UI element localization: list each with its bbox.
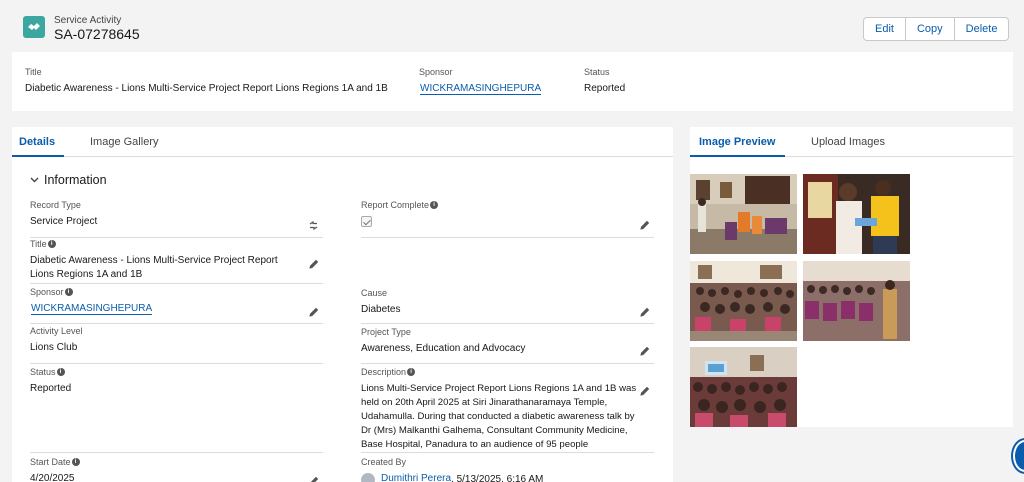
field-value: Awareness, Education and Advocacy [361, 343, 526, 354]
field-created-by: Created By Dumithri Perera , 5/13/2025, … [361, 457, 654, 482]
report-complete-checkbox[interactable] [361, 216, 372, 227]
tab-image-gallery[interactable]: Image Gallery [90, 136, 158, 148]
field-project-type: Project Type Awareness, Education and Ad… [361, 327, 654, 364]
highlight-status: Status Reported [584, 67, 625, 94]
highlight-sponsor-value-wrap: WICKRAMASINGHEPURA [420, 83, 542, 95]
highlight-status-value: Reported [584, 83, 626, 94]
field-cause: Cause Diabetes [361, 288, 654, 324]
pencil-icon[interactable] [308, 259, 319, 270]
field-record-type: Record Type Service Project [30, 200, 323, 238]
tab-image-preview[interactable]: Image Preview [699, 136, 775, 148]
pencil-icon[interactable] [639, 307, 650, 318]
highlight-title-label: Title [25, 67, 42, 77]
image-thumbnail-1[interactable] [690, 174, 797, 254]
help-fab-button[interactable] [1013, 440, 1024, 472]
pencil-icon[interactable] [639, 346, 650, 357]
field-report-complete: Report Complete i [361, 200, 654, 238]
field-label: Record Type [30, 200, 81, 210]
copy-button[interactable]: Copy [906, 18, 955, 40]
field-label-text: Sponsor [30, 287, 64, 297]
delete-button[interactable]: Delete [955, 18, 1009, 40]
image-thumbnail-2[interactable] [803, 174, 910, 254]
info-icon[interactable]: i [64, 288, 73, 296]
created-by-date: , 5/13/2025, 6:16 AM [451, 473, 544, 482]
change-record-type-icon[interactable] [308, 220, 319, 231]
field-label: Start Date i [30, 457, 323, 467]
field-label-text: Report Complete [361, 200, 430, 210]
field-value: Diabetic Awareness - Lions Multi-Service… [30, 255, 278, 280]
field-value: Dumithri Perera , 5/13/2025, 6:16 AM [361, 472, 654, 482]
created-by-user-link[interactable]: Dumithri Perera [381, 472, 451, 482]
field-value: Lions Multi-Service Project Report Lions… [361, 383, 637, 450]
field-label: Report Complete i [361, 200, 654, 210]
field-status: Status i Reported [30, 367, 323, 453]
highlight-title: Title Diabetic Awareness - Lions Multi-S… [25, 67, 388, 94]
field-label: Cause [361, 288, 388, 298]
field-label: Created By [361, 457, 407, 467]
field-label: Description i [361, 367, 654, 377]
image-tabs: Image Preview Upload Images [690, 127, 1013, 157]
field-value: WICKRAMASINGHEPURA [31, 302, 323, 316]
active-tab-indicator [12, 155, 64, 157]
active-tab-indicator [690, 155, 785, 157]
handshake-icon [23, 16, 45, 38]
field-value: Service Project [30, 216, 98, 227]
edit-button[interactable]: Edit [864, 18, 906, 40]
details-tabs: Details Image Gallery [12, 127, 673, 157]
sponsor-link[interactable]: WICKRAMASINGHEPURA [31, 303, 153, 315]
avatar [361, 472, 375, 482]
highlight-sponsor-label: Sponsor [419, 67, 453, 77]
pencil-icon[interactable] [639, 220, 650, 231]
field-label-text: Start Date [30, 457, 71, 467]
image-thumbnail-3[interactable] [690, 261, 797, 341]
info-icon[interactable]: i [407, 368, 416, 376]
field-activity-level: Activity Level Lions Club [30, 326, 323, 364]
details-panel: Details Image Gallery Information Record… [12, 127, 673, 482]
field-start-date: Start Date i 4/20/2025 [30, 457, 323, 482]
section-information[interactable]: Information [30, 173, 107, 187]
field-label: Title i [30, 239, 323, 249]
info-icon[interactable]: i [71, 458, 80, 466]
highlights-panel: Title Diabetic Awareness - Lions Multi-S… [12, 52, 1013, 111]
field-label-text: Status [30, 367, 56, 377]
tab-upload-images[interactable]: Upload Images [811, 136, 885, 148]
image-panel: Image Preview Upload Images [690, 127, 1013, 427]
highlight-sponsor-link[interactable]: WICKRAMASINGHEPURA [420, 83, 542, 95]
chevron-down-icon [30, 175, 44, 186]
field-label: Sponsor i [30, 287, 323, 297]
field-title: Title i Diabetic Awareness - Lions Multi-… [30, 239, 323, 284]
section-title: Information [44, 173, 107, 187]
image-thumbnail-4[interactable] [803, 261, 910, 341]
highlight-title-value: Diabetic Awareness - Lions Multi-Service… [25, 83, 388, 94]
tab-details[interactable]: Details [19, 136, 55, 148]
action-buttons: Edit Copy Delete [863, 17, 1010, 41]
field-value: Diabetes [361, 304, 401, 315]
record-header: Service Activity SA-07278645 Edit Copy D… [12, 6, 1013, 52]
info-icon[interactable]: i [56, 368, 65, 376]
field-value: Lions Club [30, 342, 78, 353]
field-sponsor: Sponsor i WICKRAMASINGHEPURA [30, 287, 323, 324]
image-thumbnail-5[interactable] [690, 347, 797, 427]
pencil-icon[interactable] [639, 386, 650, 397]
field-label: Activity Level [30, 326, 83, 336]
field-value: Reported [30, 383, 72, 394]
field-description: Description i Lions Multi-Service Project… [361, 367, 654, 453]
field-label: Project Type [361, 327, 411, 337]
field-label-text: Description [361, 367, 407, 377]
info-icon[interactable]: i [47, 240, 56, 248]
highlight-status-label: Status [584, 67, 610, 77]
field-label-text: Title [30, 239, 47, 249]
highlight-sponsor: Sponsor WICKRAMASINGHEPURA [419, 67, 542, 95]
record-title: SA-07278645 [54, 26, 140, 42]
info-icon[interactable]: i [430, 201, 439, 209]
field-value: 4/20/2025 [30, 473, 75, 482]
pencil-icon[interactable] [308, 307, 319, 318]
object-type-label: Service Activity [54, 15, 122, 26]
pencil-icon[interactable] [308, 476, 319, 482]
field-label: Status i [30, 367, 323, 377]
